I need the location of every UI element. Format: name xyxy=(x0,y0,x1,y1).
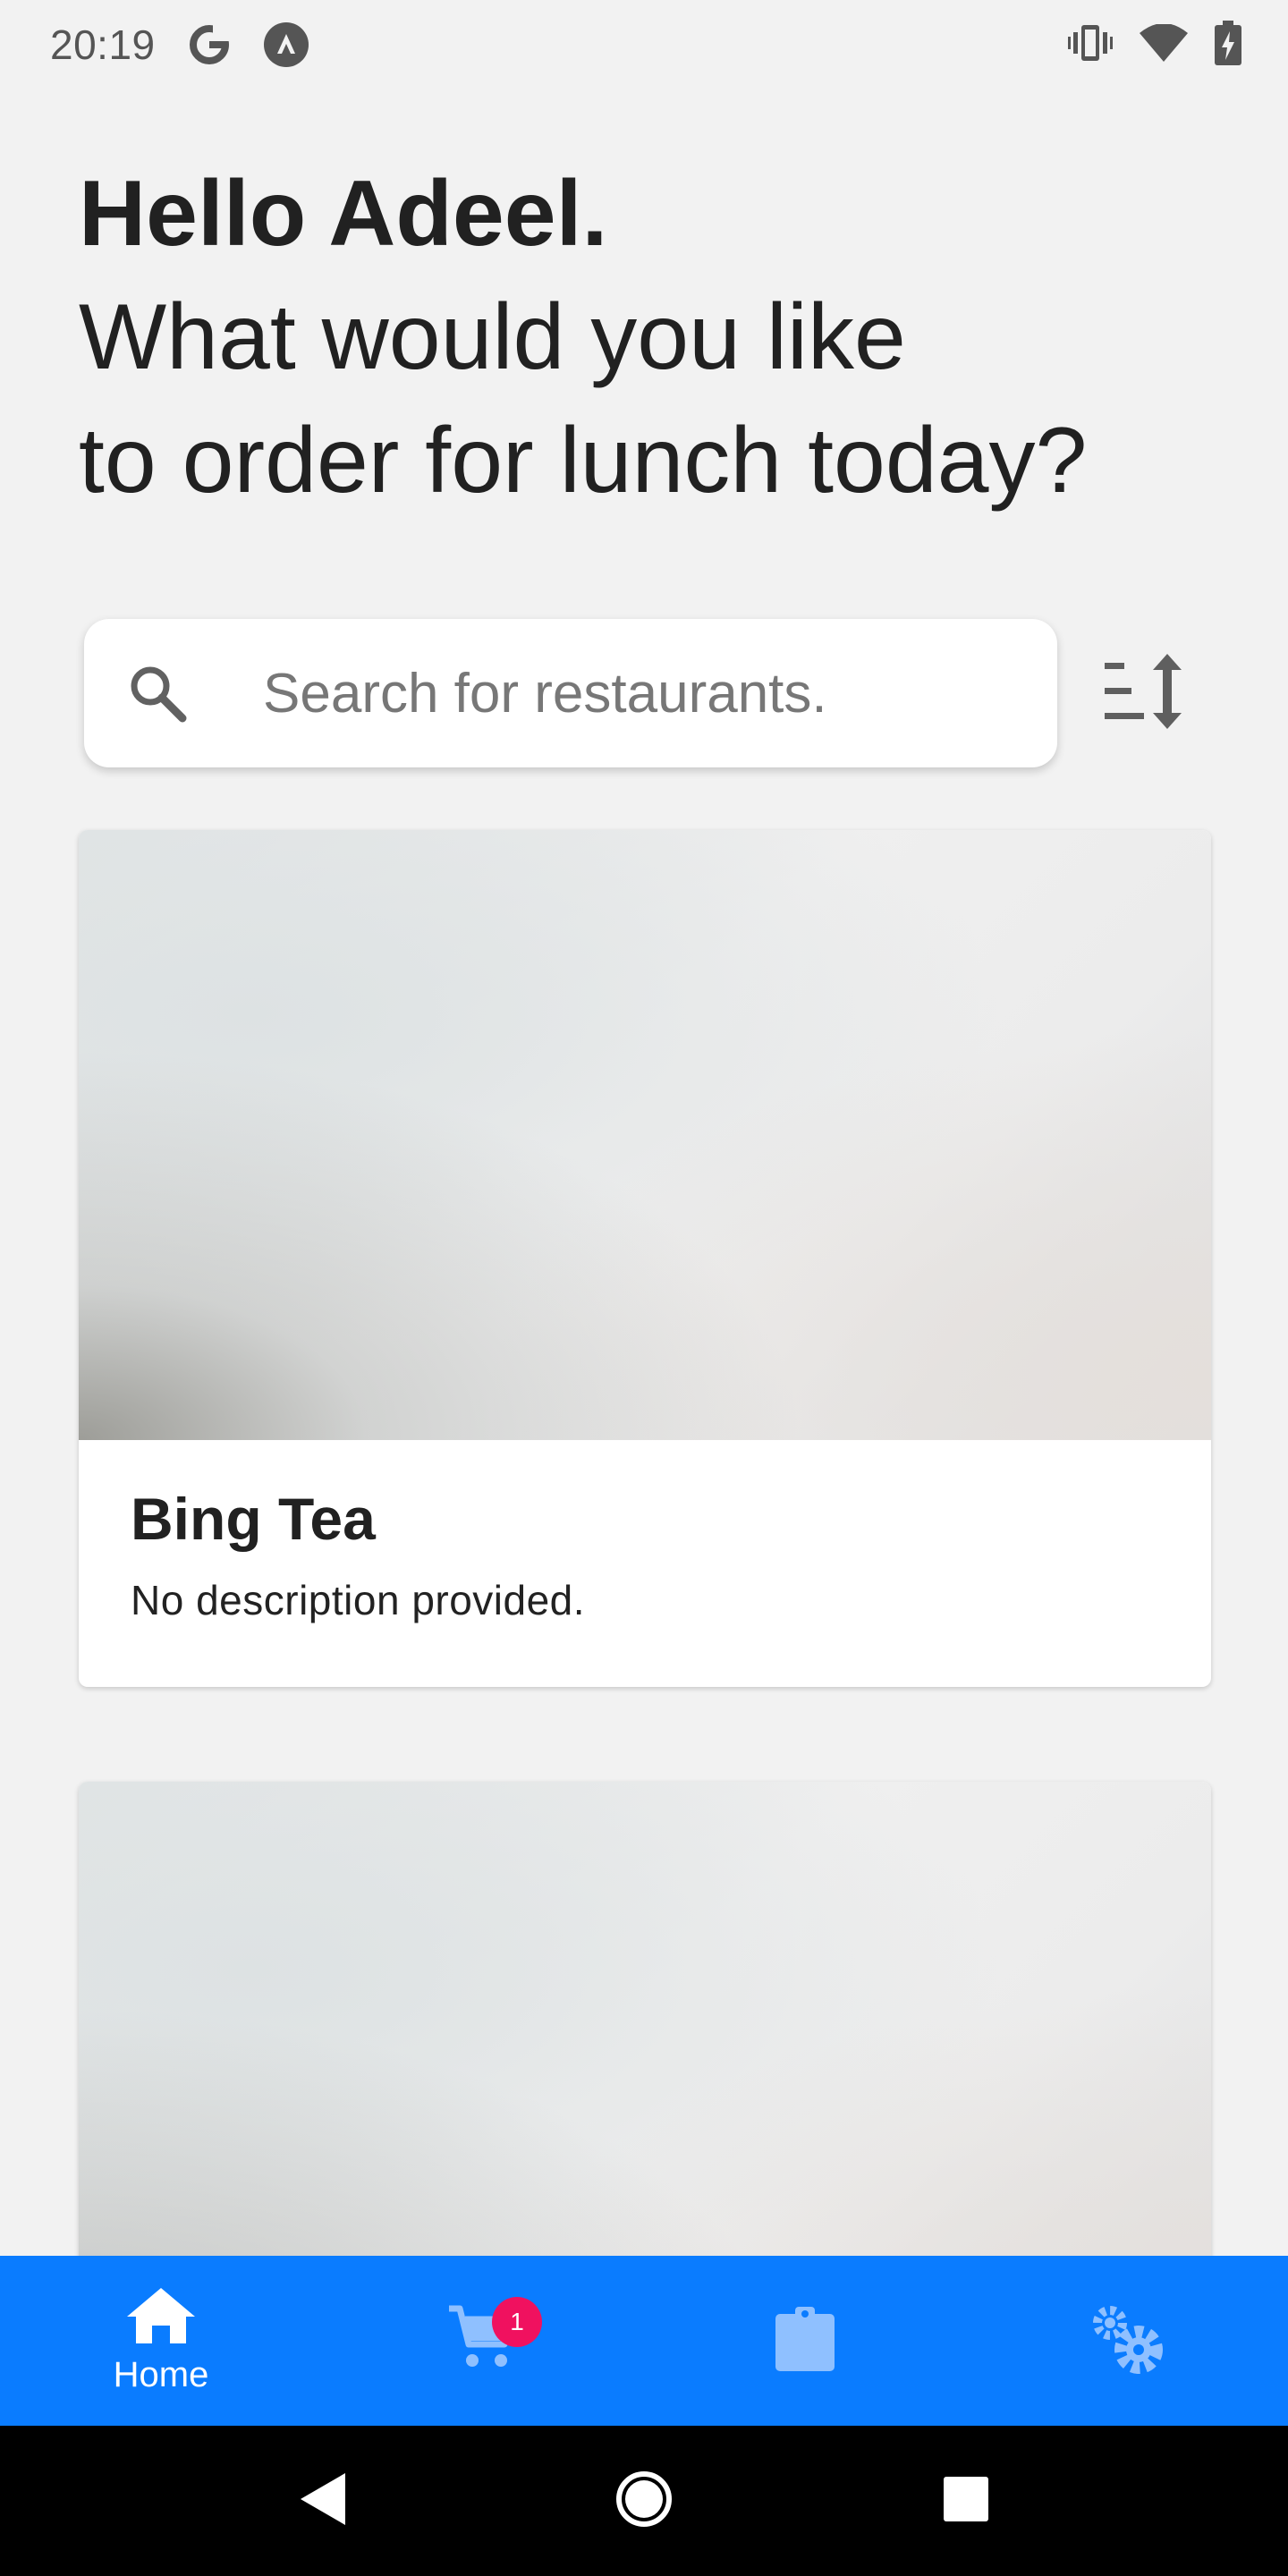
status-bar: 20:19 xyxy=(0,0,1288,89)
sort-icon xyxy=(1103,653,1189,733)
home-system-button[interactable] xyxy=(599,2456,689,2546)
status-left: 20:19 xyxy=(50,21,309,69)
battery-charging-icon xyxy=(1215,20,1241,70)
greeting-heading: Hello Adeel. What would you like to orde… xyxy=(79,152,1241,522)
settings-icon xyxy=(1090,2303,1164,2379)
restaurant-card-body: Bing Tea No description provided. xyxy=(79,1440,1211,1664)
status-right xyxy=(1068,20,1241,70)
clipboard-icon xyxy=(775,2306,835,2376)
search-icon xyxy=(127,663,188,724)
bottom-navigation: Home xyxy=(0,2256,1288,2426)
nav-item-home[interactable]: Home xyxy=(0,2256,322,2426)
back-button[interactable] xyxy=(277,2456,367,2546)
recents-button[interactable] xyxy=(921,2456,1011,2546)
restaurant-image xyxy=(79,830,1211,1440)
search-input[interactable] xyxy=(261,660,1034,726)
status-time: 20:19 xyxy=(50,21,156,68)
greeting-question-line1: What would you like xyxy=(79,285,906,389)
restaurant-name: Bing Tea xyxy=(131,1486,376,1552)
restaurant-card[interactable]: Bing Tea No description provided. xyxy=(79,830,1211,1687)
vibrate-icon xyxy=(1068,23,1113,67)
search-bar[interactable] xyxy=(84,619,1057,767)
arrow-up-circle-icon xyxy=(263,21,309,68)
system-navigation-bar xyxy=(0,2426,1288,2576)
nav-item-cart[interactable] xyxy=(322,2256,644,2426)
nav-item-settings[interactable] xyxy=(966,2256,1288,2426)
wifi-icon xyxy=(1140,22,1188,66)
home-icon xyxy=(125,2286,197,2350)
nav-label-home: Home xyxy=(113,2355,209,2394)
recents-square-icon xyxy=(942,2475,990,2528)
sort-button[interactable] xyxy=(1097,644,1195,742)
greeting-question-line2: to order for lunch today? xyxy=(79,409,1088,513)
restaurant-description: No description provided. xyxy=(131,1577,586,1623)
cart-badge: 1 xyxy=(492,2297,542,2347)
nav-item-orders[interactable] xyxy=(644,2256,966,2426)
back-triangle-icon xyxy=(297,2471,347,2531)
greeting-hello: Hello Adeel. xyxy=(79,162,608,266)
google-icon xyxy=(186,21,233,68)
home-circle-icon xyxy=(614,2470,674,2533)
